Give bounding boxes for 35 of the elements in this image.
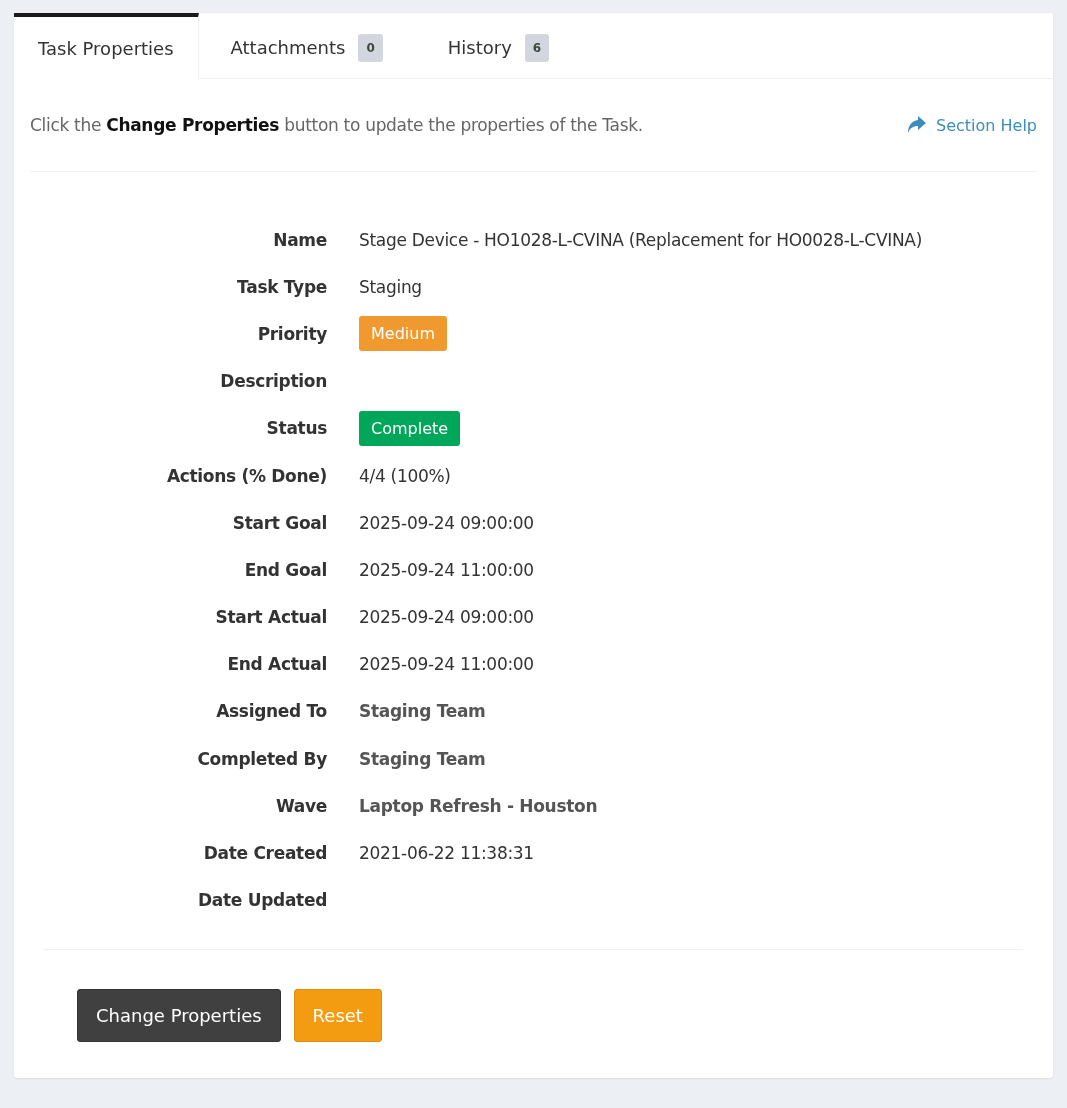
property-value: Staging: [359, 276, 422, 297]
property-label: Name: [272, 228, 327, 252]
property-value: 2025-09-24 09:00:00: [359, 607, 534, 628]
property-label: Date Updated: [197, 889, 327, 913]
count-badge: 0: [358, 33, 383, 62]
property-value: 4/4 (100%): [359, 465, 451, 486]
property-label: End Actual: [226, 653, 327, 677]
property-label: Actions (% Done): [165, 464, 327, 488]
property-link[interactable]: Staging Team: [359, 701, 486, 722]
share-arrow-icon: [906, 116, 926, 134]
intro-text: Click the Change Properties button to update the properties of the Task.: [30, 115, 643, 135]
property-link[interactable]: Staging Team: [359, 748, 486, 769]
property-value: 2025-09-24 09:00:00: [359, 512, 534, 533]
property-link[interactable]: Laptop Refresh - Houston: [359, 795, 598, 816]
section-help-link[interactable]: Section Help: [906, 115, 1037, 135]
property-label: Description: [219, 370, 327, 394]
property-value: 2025-09-24 11:00:00: [359, 654, 534, 675]
property-label: Assigned To: [215, 700, 327, 724]
property-label: Date Created: [202, 842, 327, 866]
property-value: 2025-09-24 11:00:00: [359, 559, 534, 580]
property-label: End Goal: [243, 558, 327, 582]
property-label: Priority: [256, 322, 327, 346]
property-label: Wave: [274, 794, 327, 818]
property-value: Stage Device - HO1028-L-CVINA (Replacement for HO0028-L-CVINA): [359, 229, 923, 250]
status-badge: Complete: [359, 410, 461, 446]
change-properties-button[interactable]: Change Properties: [77, 988, 281, 1042]
tab[interactable]: Task Properties: [14, 13, 199, 79]
property-label: Task Type: [236, 275, 327, 299]
property-label: Status: [265, 417, 327, 441]
status-badge: Medium: [359, 316, 447, 352]
property-label: Start Actual: [214, 606, 327, 630]
count-badge: 6: [524, 33, 550, 62]
property-value: 2021-06-22 11:38:31: [359, 843, 534, 864]
property-label: Start Goal: [231, 511, 327, 535]
property-label: Completed By: [196, 747, 327, 771]
